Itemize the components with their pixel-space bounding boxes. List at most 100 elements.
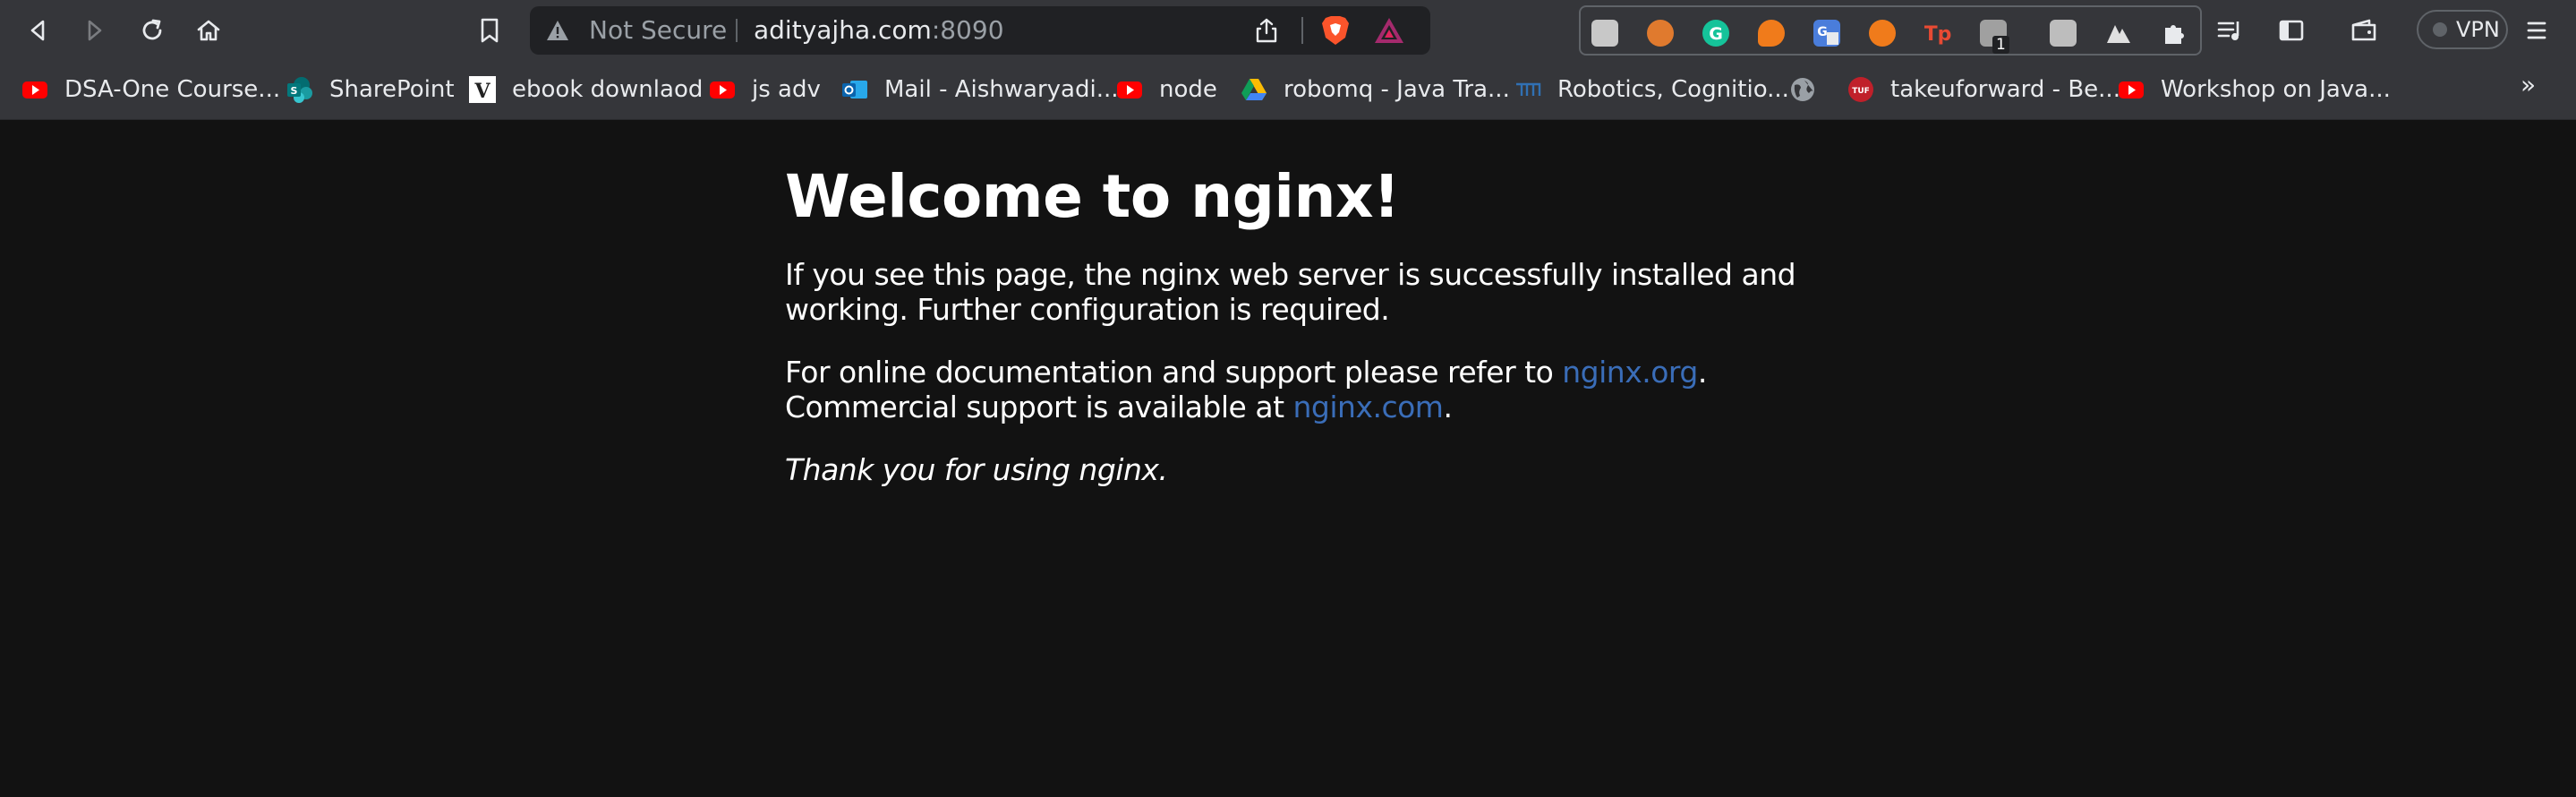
bookmark-label: takeuforward - Be... (1890, 76, 2120, 103)
bookmark-sharepoint[interactable]: S SharePoint (286, 73, 455, 107)
share-icon[interactable] (1253, 17, 1280, 44)
extension-2-icon[interactable] (1647, 20, 1674, 47)
bookmark-js-adv[interactable]: js adv (709, 73, 821, 107)
home-button[interactable] (189, 11, 228, 50)
bookmark-mail[interactable]: Mail - Aishwaryadi... (841, 73, 1119, 107)
hamburger-menu-icon (2527, 21, 2546, 39)
bookmark-robotics[interactable]: Robotics, Cognitio... (1514, 73, 1789, 107)
bookmark-node[interactable]: node (1116, 73, 1217, 107)
bookmark-label: DSA-One Course... (64, 76, 281, 103)
home-icon (197, 20, 220, 41)
extension-9-icon[interactable] (2050, 20, 2077, 47)
bookmark-icon (481, 18, 499, 43)
bookmark-label: js adv (752, 76, 821, 103)
back-arrow-icon (30, 20, 45, 41)
extension-7-icon[interactable]: Tp (1924, 20, 1952, 47)
grammarly-icon[interactable]: G (1702, 20, 1729, 47)
bookmarks-overflow-button[interactable]: » (2521, 70, 2536, 99)
wallet-icon (2351, 19, 2376, 41)
bookmark-label: Robotics, Cognitio... (1557, 76, 1789, 103)
vpn-status-dot (2433, 22, 2447, 37)
sidebar-button[interactable] (2272, 11, 2311, 50)
support-message: For online documentation and support ple… (785, 355, 1805, 424)
support-text: For online documentation and support ple… (785, 355, 1563, 390)
address-bar[interactable]: Not Secure adityajha.com:8090 (530, 6, 1430, 55)
puzzle-icon (2165, 25, 2184, 44)
page-heading: Welcome to nginx! (785, 162, 1400, 231)
bookmark-label: Mail - Aishwaryadi... (884, 76, 1119, 103)
youtube-icon (710, 81, 735, 99)
extensions-tray: G G Tp 1 (1579, 5, 2202, 56)
youtube-icon (1117, 81, 1142, 99)
sidebar-icon (2279, 20, 2304, 41)
bookmark-takeuforward[interactable]: TUF takeuforward - Be... (1847, 73, 2120, 107)
bookmark-label: node (1159, 76, 1217, 103)
tum-icon (1516, 82, 1541, 96)
svg-text:V: V (473, 80, 490, 103)
youtube-icon (2119, 81, 2144, 99)
support-period: . (1697, 355, 1708, 390)
svg-text:G: G (1817, 25, 1828, 39)
globe-icon (1791, 78, 1814, 101)
nginx-com-link[interactable]: nginx.com (1293, 390, 1444, 424)
google-translate-icon[interactable]: G (1813, 20, 1840, 47)
back-button[interactable] (18, 11, 57, 50)
bookmark-page-button[interactable] (470, 11, 509, 50)
thank-you-message: Thank you for using nginx. (785, 452, 1168, 487)
playlist-icon (2217, 21, 2239, 40)
commercial-support-text: Commercial support is available at (785, 390, 1293, 424)
google-drive-icon (1241, 79, 1267, 100)
extension-1-icon[interactable] (1591, 20, 1618, 47)
commercial-period: . (1443, 390, 1453, 424)
youtube-icon (22, 81, 47, 99)
reload-icon (142, 19, 162, 40)
extensions-menu-button[interactable] (2161, 20, 2188, 47)
bookmark-ebook[interactable]: V ebook downlaod (469, 73, 703, 107)
bookmark-globe[interactable] (1789, 73, 1816, 107)
outlook-icon (842, 81, 867, 99)
extension-10-icon[interactable] (2105, 20, 2132, 47)
brave-rewards-icon[interactable] (1373, 16, 1405, 45)
mountain-icon (2107, 25, 2130, 43)
playlist-button[interactable] (2211, 11, 2250, 50)
warning-icon[interactable] (546, 20, 569, 41)
svg-text:Tp: Tp (1924, 23, 1951, 46)
svg-text:TUF: TUF (1852, 87, 1870, 96)
sharepoint-icon: S (287, 77, 312, 103)
url-text[interactable]: adityajha.com:8090 (754, 6, 1004, 55)
main-menu-button[interactable] (2517, 11, 2556, 50)
url-host: adityajha.com (754, 15, 932, 45)
svg-text:G: G (1709, 24, 1723, 44)
page-content: Welcome to nginx! If you see this page, … (785, 157, 1805, 487)
bookmark-robomq[interactable]: robomq - Java Tra... (1241, 73, 1510, 107)
browser-toolbar: Not Secure adityajha.com:8090 G G Tp 1 V… (0, 0, 2576, 60)
bookmark-label: robomq - Java Tra... (1284, 76, 1510, 103)
bookmark-workshop-java[interactable]: Workshop on Java... (2118, 73, 2391, 107)
bookmarks-bar: DSA-One Course... S SharePoint V ebook d… (0, 60, 2576, 120)
grammarly-g-icon: G (1709, 24, 1723, 44)
install-message: If you see this page, the nginx web serv… (785, 257, 1796, 327)
vpn-button[interactable]: VPN (2417, 10, 2508, 49)
vpn-label: VPN (2456, 17, 2500, 42)
translate-glyph-icon: G (1817, 25, 1838, 45)
bookmark-dsa-one[interactable]: DSA-One Course... (21, 73, 280, 107)
tuf-icon: TUF (1848, 77, 1873, 102)
url-separator (736, 19, 738, 42)
bookmark-label: SharePoint (329, 76, 455, 103)
extension-6-icon[interactable] (1869, 20, 1896, 47)
extension-8-badge: 1 (1992, 36, 2009, 54)
url-port: :8090 (931, 15, 1004, 45)
bookmark-label: ebook downlaod (512, 76, 704, 103)
v-icon: V (469, 76, 496, 103)
reload-button[interactable] (132, 11, 172, 50)
not-secure-label[interactable]: Not Secure (589, 6, 727, 55)
svg-text:S: S (291, 85, 298, 97)
forward-arrow-icon (88, 20, 102, 41)
extension-4-icon[interactable] (1758, 20, 1785, 47)
wallet-button[interactable] (2344, 11, 2384, 50)
brave-shields-icon[interactable] (1320, 14, 1351, 47)
tp-glyph-icon: Tp (1924, 23, 1952, 46)
url-divider (1301, 17, 1303, 44)
nginx-org-link[interactable]: nginx.org (1562, 355, 1698, 390)
forward-button[interactable] (75, 11, 115, 50)
